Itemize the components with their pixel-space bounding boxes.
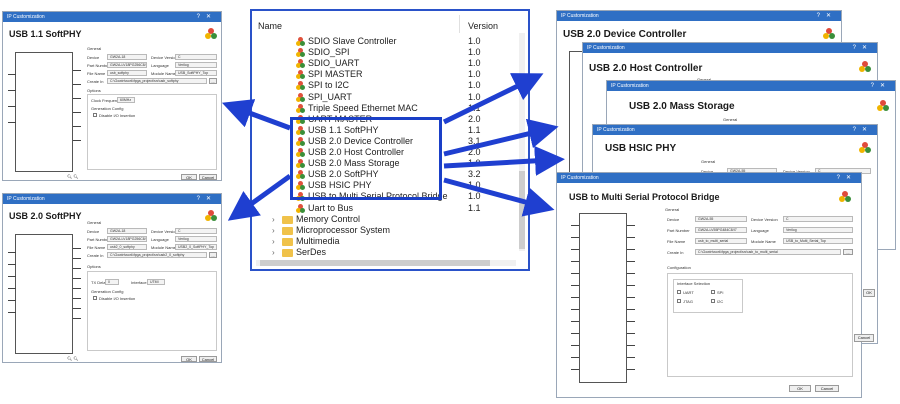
arrow-to-bridge (443, 177, 555, 217)
arrow-to-usb11-softphy (221, 99, 291, 131)
pointer-arrows (221, 73, 565, 221)
arrow-to-host-controller (443, 118, 559, 157)
arrow-to-mass-storage (443, 145, 565, 176)
arrow-to-usb20-softphy (227, 173, 292, 221)
arrow-to-device-controller (442, 73, 544, 125)
